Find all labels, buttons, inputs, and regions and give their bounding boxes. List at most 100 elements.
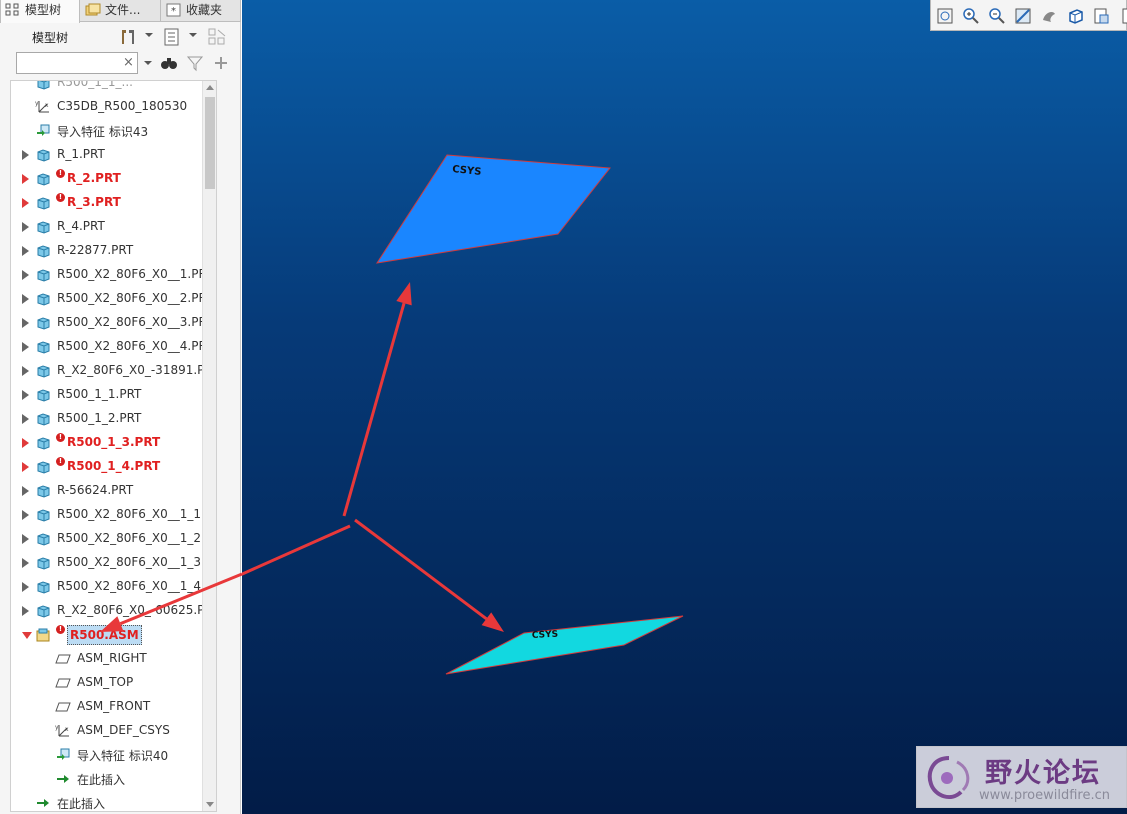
- expand-icon[interactable]: [22, 198, 29, 208]
- clear-search-icon[interactable]: ×: [123, 55, 134, 70]
- tree-row[interactable]: R-56624.PRT: [11, 479, 216, 503]
- expand-icon[interactable]: [22, 462, 29, 472]
- saved-views-icon[interactable]: [1091, 6, 1111, 26]
- tree-row[interactable]: R-22877.PRT: [11, 239, 216, 263]
- tree-row-assembly[interactable]: ! R500.ASM: [11, 623, 216, 647]
- expand-icon[interactable]: [22, 318, 29, 328]
- tree-row[interactable]: R_X2_80F6_X0_-31891.PRT: [11, 359, 216, 383]
- zoom-out-icon[interactable]: [987, 6, 1007, 26]
- refit-icon[interactable]: [935, 6, 955, 26]
- tree-row[interactable]: R_1.PRT: [11, 143, 216, 167]
- tree-row[interactable]: R500_X2_80F6_X0__2.PRT: [11, 287, 216, 311]
- tree-row[interactable]: R500_X2_80F6_X0__1_2.PRT: [11, 527, 216, 551]
- tab-folder-browser[interactable]: 文件...: [81, 0, 161, 22]
- tree-row[interactable]: R500_X2_80F6_X0__3.PRT: [11, 311, 216, 335]
- columns-dropdown-icon[interactable]: [189, 33, 197, 37]
- tree-row[interactable]: R500_1_1_...: [11, 81, 216, 95]
- tree-filter-disabled-icon[interactable]: [207, 27, 227, 47]
- expand-icon[interactable]: [22, 414, 29, 424]
- tree-row[interactable]: R500_X2_80F6_X0__1_3.PRT: [11, 551, 216, 575]
- svg-text:y: y: [55, 724, 59, 731]
- search-dropdown-icon[interactable]: [144, 61, 152, 65]
- add-icon[interactable]: [212, 54, 230, 72]
- display-style-icon[interactable]: [1117, 6, 1127, 26]
- tree-row-label: ASM_RIGHT: [77, 651, 147, 665]
- part-icon: [37, 293, 50, 306]
- expand-icon[interactable]: [22, 558, 29, 568]
- tree-row[interactable]: 导入特征 标识40: [11, 743, 216, 767]
- tree-header: 模型树: [0, 23, 241, 51]
- model-tree: R500_1_1_... x y C35DB_R500_180530 导入特征 标识43…: [10, 80, 217, 812]
- tree-row[interactable]: ! R500_1_3.PRT: [11, 431, 216, 455]
- tab-label: 模型树: [25, 3, 62, 17]
- zoom-in-icon[interactable]: [961, 6, 981, 26]
- expand-icon[interactable]: [22, 246, 29, 256]
- tree-row[interactable]: 在此插入: [11, 767, 216, 791]
- tree-row[interactable]: R500_X2_80F6_X0__1_4.PRT: [11, 575, 216, 599]
- expand-icon[interactable]: [22, 222, 29, 232]
- search-input[interactable]: [16, 52, 138, 74]
- expand-icon[interactable]: [22, 342, 29, 352]
- view-toolbar: [930, 0, 1127, 31]
- upper-surface[interactable]: [375, 154, 611, 264]
- expand-icon[interactable]: [22, 294, 29, 304]
- tree-row[interactable]: x y C35DB_R500_180530: [11, 95, 216, 119]
- lower-surface[interactable]: [445, 615, 684, 675]
- settings-dropdown-icon[interactable]: [145, 33, 153, 37]
- tree-row[interactable]: 导入特征 标识43: [11, 119, 216, 143]
- scroll-down-icon[interactable]: [206, 802, 214, 807]
- part-icon: [37, 437, 50, 450]
- scroll-up-icon[interactable]: [206, 85, 214, 90]
- tree-settings-icon[interactable]: [118, 27, 138, 47]
- import-feature-icon: [37, 124, 50, 136]
- spin-center-icon[interactable]: [1039, 6, 1059, 26]
- expand-icon[interactable]: [22, 366, 29, 376]
- tree-row[interactable]: ASM_FRONT: [11, 695, 216, 719]
- tree-row[interactable]: R500_X2_80F6_X0__1_1.PRT: [11, 503, 216, 527]
- part-icon: [37, 341, 50, 354]
- expand-icon[interactable]: [22, 438, 29, 448]
- expand-icon[interactable]: [22, 606, 29, 616]
- tree-row[interactable]: 在此插入: [11, 791, 216, 811]
- scroll-thumb[interactable]: [205, 97, 215, 189]
- tree-row[interactable]: ! R500_1_4.PRT: [11, 455, 216, 479]
- tree-row[interactable]: x y ASM_DEF_CSYS: [11, 719, 216, 743]
- find-icon[interactable]: [160, 54, 178, 72]
- collapse-icon[interactable]: [22, 632, 32, 639]
- part-icon: [37, 221, 50, 234]
- repaint-icon[interactable]: [1013, 6, 1033, 26]
- expand-icon[interactable]: [22, 270, 29, 280]
- expand-icon[interactable]: [22, 534, 29, 544]
- part-icon: [37, 365, 50, 378]
- tree-row[interactable]: ASM_RIGHT: [11, 647, 216, 671]
- tab-model-tree[interactable]: 模型树: [0, 0, 80, 23]
- tree-row[interactable]: ! R_3.PRT: [11, 191, 216, 215]
- csys-icon: xy: [35, 100, 49, 113]
- saved-orientations-icon[interactable]: [1065, 6, 1085, 26]
- expand-icon[interactable]: [22, 174, 29, 184]
- show-columns-icon[interactable]: [162, 27, 182, 47]
- expand-icon[interactable]: [22, 150, 29, 160]
- graphics-window[interactable]: CSYS CSYS 野火论坛 www.proewildfire.cn: [242, 0, 1127, 814]
- svg-text:y: y: [35, 100, 39, 107]
- expand-icon[interactable]: [22, 510, 29, 520]
- expand-icon[interactable]: [22, 486, 29, 496]
- regen-failure-icon: !: [56, 625, 65, 634]
- model-tree-icon: [5, 3, 19, 16]
- forum-url: www.proewildfire.cn: [979, 788, 1110, 803]
- expand-icon[interactable]: [22, 390, 29, 400]
- tree-row[interactable]: R500_X2_80F6_X0__4.PRT: [11, 335, 216, 359]
- filter-icon[interactable]: [186, 54, 204, 72]
- tree-row[interactable]: R500_1_2.PRT: [11, 407, 216, 431]
- tree-row[interactable]: R_X2_80F6_X0_-60625.PRT: [11, 599, 216, 623]
- tree-scrollbar[interactable]: [202, 81, 216, 811]
- expand-icon[interactable]: [22, 582, 29, 592]
- tree-row[interactable]: R_4.PRT: [11, 215, 216, 239]
- tree-row[interactable]: R500_1_1.PRT: [11, 383, 216, 407]
- tree-row[interactable]: ! R_2.PRT: [11, 167, 216, 191]
- insert-here-icon: [37, 799, 49, 807]
- forum-logo-icon: [927, 756, 970, 800]
- tab-favorites[interactable]: * 收藏夹: [162, 0, 241, 22]
- tree-row[interactable]: R500_X2_80F6_X0__1.PRT: [11, 263, 216, 287]
- tree-row[interactable]: ASM_TOP: [11, 671, 216, 695]
